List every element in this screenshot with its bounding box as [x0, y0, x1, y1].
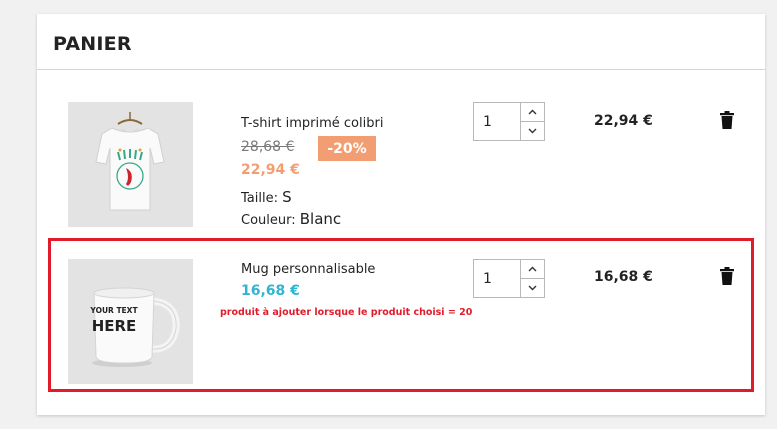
attribute-value: S: [282, 188, 292, 206]
product-attribute-color: Couleur: Blanc: [241, 210, 341, 228]
quantity-decrement-button[interactable]: [521, 122, 544, 140]
quantity-buttons: [520, 103, 544, 140]
product-attribute-size: Taille: S: [241, 188, 292, 206]
chevron-up-icon: [528, 109, 537, 115]
tshirt-image: [68, 102, 193, 227]
discount-badge: -20%: [318, 136, 376, 161]
cart-item-tshirt: T-shirt imprimé colibri 28,68 € -20% 22,…: [37, 102, 765, 228]
quantity-increment-button[interactable]: [521, 103, 544, 122]
line-total: 22,94 €: [594, 113, 653, 129]
product-image-tshirt[interactable]: [68, 102, 193, 227]
remove-item-button[interactable]: [720, 111, 734, 129]
cart-header: PANIER: [37, 14, 765, 70]
product-old-price: 28,68 €: [241, 139, 295, 155]
product-price: 22,94 €: [241, 162, 300, 178]
trash-icon: [720, 111, 734, 129]
attribute-label: Couleur:: [241, 213, 296, 228]
chevron-down-icon: [528, 128, 537, 134]
cart-panel: PANIER T-shirt imprimé colibri 28,68 € -…: [37, 14, 765, 415]
attribute-value: Blanc: [299, 210, 342, 228]
quantity-input[interactable]: [474, 103, 522, 140]
cart-title: PANIER: [53, 33, 132, 55]
attribute-label: Taille:: [241, 191, 278, 206]
highlight-frame: [48, 238, 754, 392]
product-name[interactable]: T-shirt imprimé colibri: [241, 116, 383, 131]
quantity-stepper: [473, 102, 545, 141]
